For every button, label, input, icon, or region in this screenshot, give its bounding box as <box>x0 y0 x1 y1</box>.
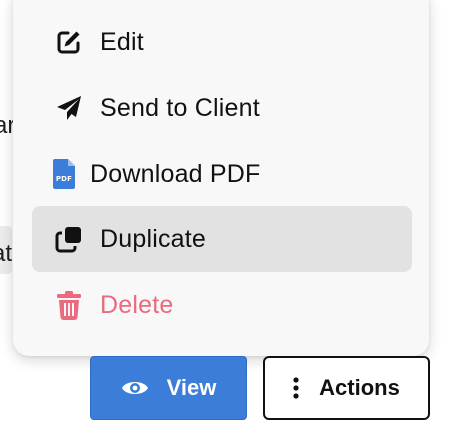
eye-icon <box>121 378 149 398</box>
menu-item-edit[interactable]: Edit <box>32 9 412 75</box>
actions-button-label: Actions <box>319 375 400 400</box>
background-text-fragment: at <box>0 240 13 267</box>
menu-item-label: Delete <box>100 290 174 319</box>
paper-plane-icon <box>54 93 84 123</box>
view-button-label: View <box>166 375 217 400</box>
pdf-file-icon: PDF <box>52 159 76 189</box>
menu-item-label: Duplicate <box>100 224 207 253</box>
trash-icon <box>54 290 84 320</box>
menu-item-label: Download PDF <box>90 159 261 188</box>
view-button[interactable]: View <box>90 356 247 420</box>
actions-dropdown-menu: Edit Send to Client PDF Download PDF Dup… <box>13 0 429 356</box>
menu-item-label: Send to Client <box>100 93 260 122</box>
menu-item-download-pdf[interactable]: PDF Download PDF <box>32 141 412 207</box>
svg-text:PDF: PDF <box>56 175 72 183</box>
vertical-ellipsis-icon <box>293 377 299 399</box>
menu-item-send-to-client[interactable]: Send to Client <box>32 75 412 141</box>
menu-item-duplicate[interactable]: Duplicate <box>32 206 412 272</box>
menu-item-delete[interactable]: Delete <box>32 272 412 338</box>
edit-icon <box>54 27 84 57</box>
actions-button[interactable]: Actions <box>263 356 430 420</box>
menu-item-label: Edit <box>100 27 144 56</box>
duplicate-icon <box>54 224 84 254</box>
